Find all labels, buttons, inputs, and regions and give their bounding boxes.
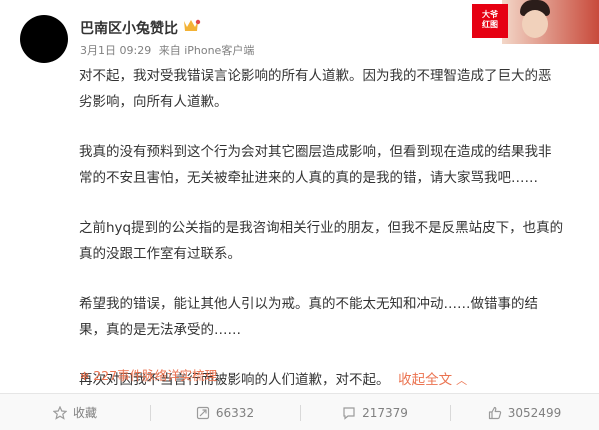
post-username[interactable]: 巴南区小兔赞比: [80, 18, 178, 38]
promo-badge[interactable]: 大爷 红图: [472, 0, 599, 44]
comment-button[interactable]: 217379: [300, 394, 450, 430]
promo-badge-label: 大爷 红图: [472, 4, 508, 38]
repost-icon: [196, 406, 210, 420]
post-meta: 3月1日 09:29 来自 iPhone客户端: [80, 42, 258, 58]
post-paragraph: 我真的没有预料到这个行为会对其它圈层造成影响，但看到现在造成的结果我非 常的不安…: [79, 144, 552, 186]
favorite-button[interactable]: 收藏: [0, 394, 150, 430]
comment-count: 217379: [362, 405, 408, 420]
post-timestamp[interactable]: 3月1日 09:29: [80, 44, 151, 57]
like-count: 3052499: [507, 405, 562, 420]
post-paragraph: 希望我的错误，能让其他人引以为戒。真的不能太无知和冲动……做错事的结 果，真的是…: [79, 296, 538, 338]
repost-button[interactable]: 66332: [150, 394, 300, 430]
like-button[interactable]: 3052499: [450, 394, 599, 430]
comment-icon: [342, 406, 356, 420]
favorite-label: 收藏: [72, 406, 97, 420]
thumbs-up-icon: [488, 406, 502, 420]
collapse-link[interactable]: 收起全文: [398, 372, 452, 388]
avatar[interactable]: [20, 15, 68, 63]
chevron-up-icon[interactable]: ︿: [456, 374, 467, 387]
post-paragraph: 之前hyq提到的公关指的是我咨询相关行业的朋友，但我不是反黑站皮下，也真的 真的…: [79, 220, 564, 262]
events-timeline-link[interactable]: ✻ 227事件脉络详实梳理: [80, 365, 217, 384]
repost-count: 66332: [215, 405, 255, 420]
star-icon: [52, 405, 67, 420]
vip-badge-icon[interactable]: [181, 18, 201, 34]
post-content: 对不起，我对受我错误言论影响的所有人道歉。因为我的不理智造成了巨大的恶 劣影响，…: [79, 63, 584, 394]
post-paragraph: 对不起，我对受我错误言论影响的所有人道歉。因为我的不理智造成了巨大的恶 劣影响，…: [79, 68, 552, 110]
promo-badge-image: [502, 0, 599, 44]
post-source: 来自 iPhone客户端: [158, 44, 255, 57]
sparkle-icon: ✻: [80, 370, 90, 383]
events-timeline-label[interactable]: 227事件脉络详实梳理: [93, 368, 217, 383]
action-bar: 收藏 66332 217379 3052499: [0, 393, 599, 430]
